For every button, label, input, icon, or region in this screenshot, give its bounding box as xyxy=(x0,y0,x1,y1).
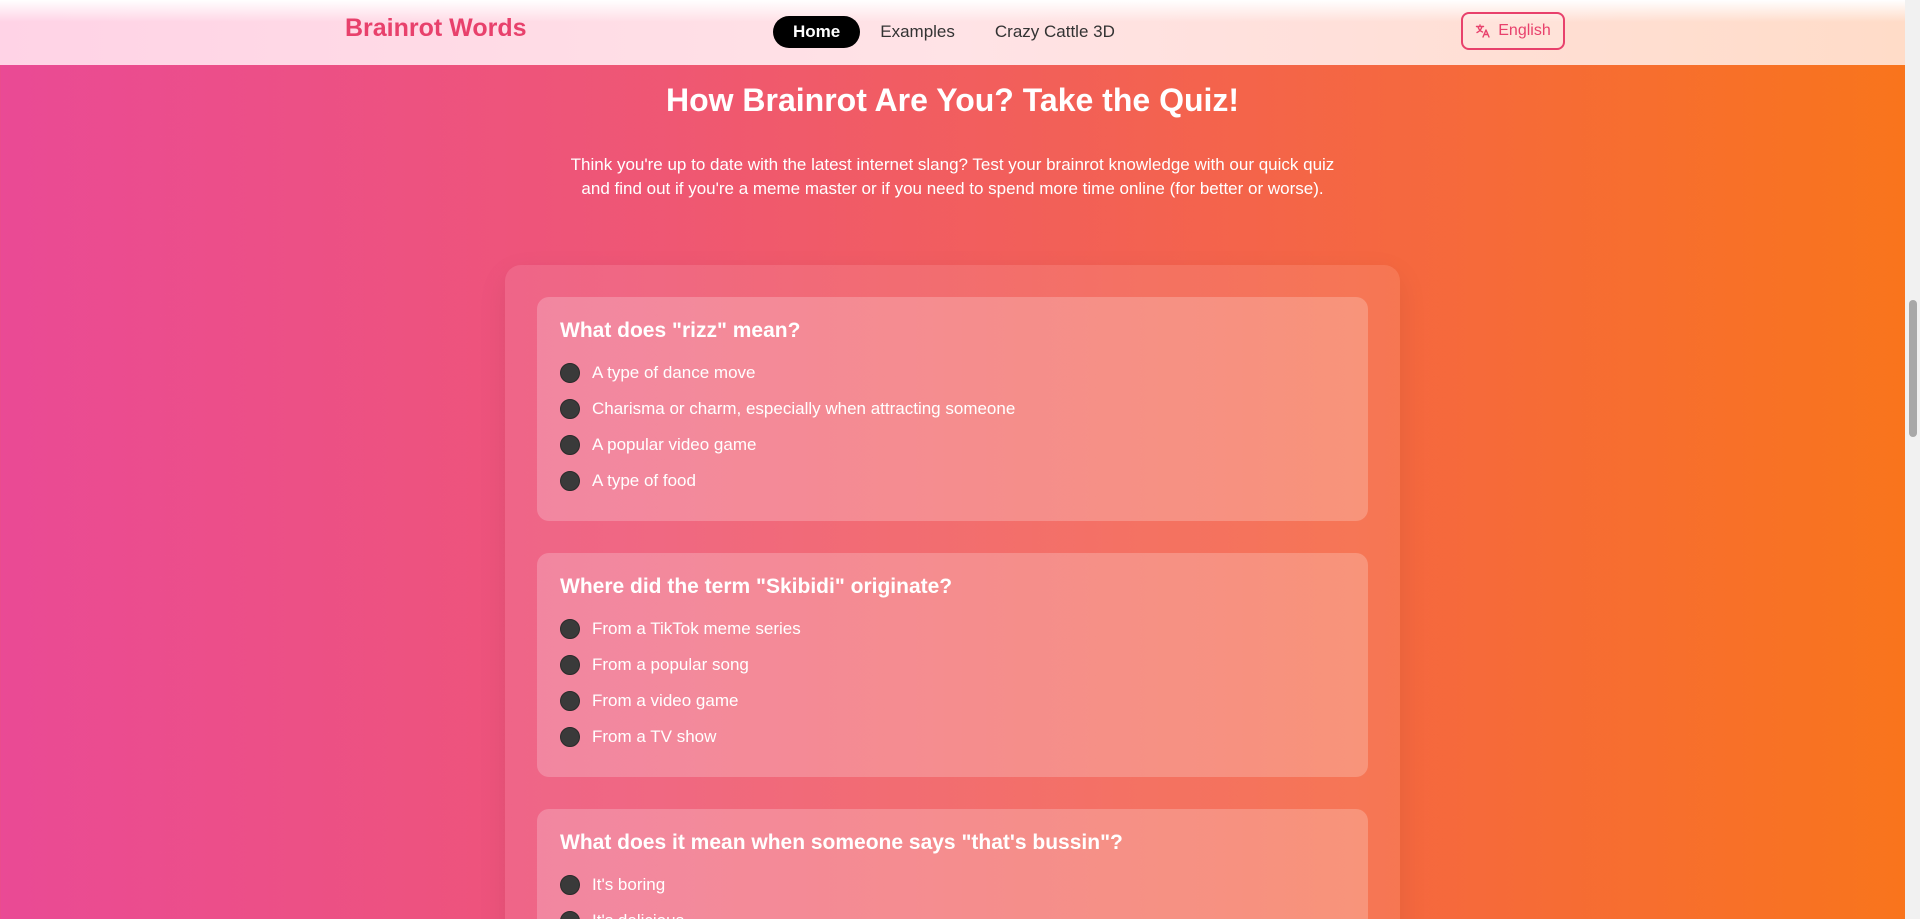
answer-option[interactable]: From a video game xyxy=(560,683,1345,719)
answer-option[interactable]: It's delicious xyxy=(560,903,1345,919)
radio-button[interactable] xyxy=(560,727,580,747)
answer-option[interactable]: A type of dance move xyxy=(560,355,1345,391)
scrollbar-thumb[interactable] xyxy=(1909,300,1917,437)
nav-crazy-cattle-3d[interactable]: Crazy Cattle 3D xyxy=(975,16,1135,48)
answer-option[interactable]: From a popular song xyxy=(560,647,1345,683)
language-button[interactable]: English xyxy=(1461,12,1565,50)
option-label: A type of dance move xyxy=(592,363,756,382)
main-nav: Home Examples Crazy Cattle 3D xyxy=(773,16,1135,48)
option-label: Charisma or charm, especially when attra… xyxy=(592,399,1016,418)
site-header: Brainrot Words Home Examples Crazy Cattl… xyxy=(0,0,1905,65)
language-label: English xyxy=(1498,22,1551,39)
radio-button[interactable] xyxy=(560,875,580,895)
question-card: What does it mean when someone says "tha… xyxy=(537,809,1368,919)
question-card: What does "rizz" mean? A type of dance m… xyxy=(537,297,1368,521)
translate-icon xyxy=(1475,23,1491,39)
question-title: What does it mean when someone says "tha… xyxy=(560,831,1123,854)
page-scrollbar[interactable] xyxy=(1905,0,1920,919)
option-label: It's boring xyxy=(592,875,666,894)
option-label: A popular video game xyxy=(592,435,757,454)
radio-button[interactable] xyxy=(560,691,580,711)
radio-button[interactable] xyxy=(560,435,580,455)
answer-option[interactable]: A type of food xyxy=(560,463,1345,499)
answer-option[interactable]: From a TikTok meme series xyxy=(560,611,1345,647)
option-label: From a TV show xyxy=(592,727,717,746)
radio-button[interactable] xyxy=(560,399,580,419)
option-label: From a popular song xyxy=(592,655,749,674)
answer-option[interactable]: A popular video game xyxy=(560,427,1345,463)
question-title: Where did the term "Skibidi" originate? xyxy=(560,575,953,598)
question-card: Where did the term "Skibidi" originate? … xyxy=(537,553,1368,777)
answer-option[interactable]: It's boring xyxy=(560,867,1345,903)
radio-button[interactable] xyxy=(560,471,580,491)
option-label: A type of food xyxy=(592,471,696,490)
radio-button[interactable] xyxy=(560,363,580,383)
site-logo[interactable]: Brainrot Words xyxy=(345,14,527,43)
answer-option[interactable]: From a TV show xyxy=(560,719,1345,755)
answer-option[interactable]: Charisma or charm, especially when attra… xyxy=(560,391,1345,427)
question-title: What does "rizz" mean? xyxy=(560,319,801,342)
page-title: How Brainrot Are You? Take the Quiz! xyxy=(665,82,1240,118)
option-label: From a TikTok meme series xyxy=(592,619,801,638)
radio-button[interactable] xyxy=(560,655,580,675)
nav-examples[interactable]: Examples xyxy=(860,16,975,48)
nav-home[interactable]: Home xyxy=(773,16,861,48)
radio-button[interactable] xyxy=(560,619,580,639)
quiz-intro: Think you're up to date with the latest … xyxy=(570,155,1335,198)
radio-button[interactable] xyxy=(560,911,580,919)
option-label: From a video game xyxy=(592,691,739,710)
option-label: It's delicious xyxy=(592,911,684,919)
